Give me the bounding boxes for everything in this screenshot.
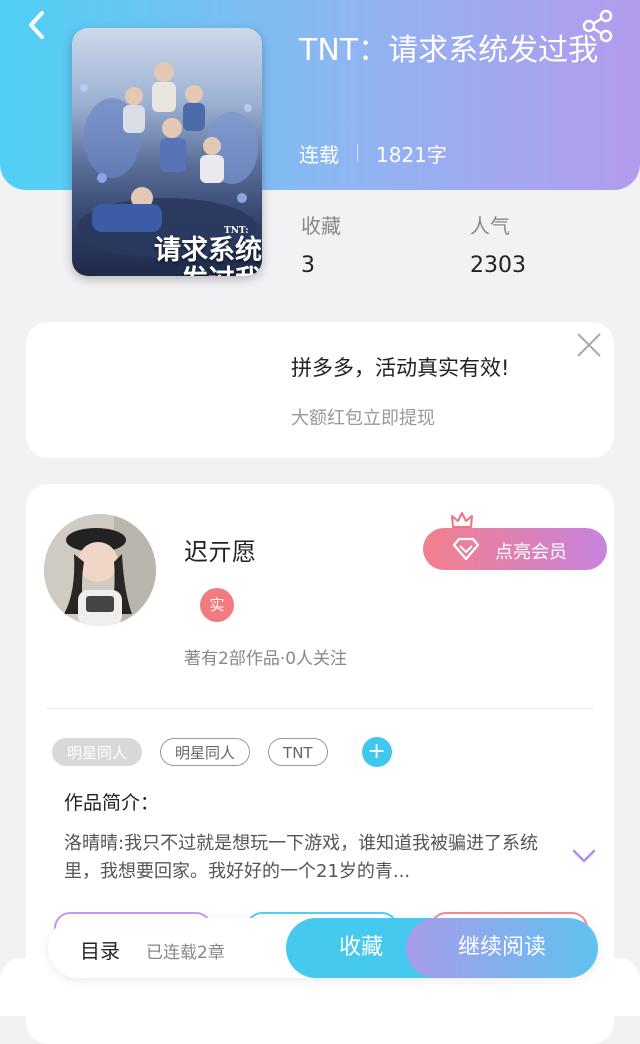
chevron-left-icon <box>29 11 44 39</box>
favorites-stat: 收藏 3 <box>301 210 341 278</box>
popularity-value: 2303 <box>470 253 526 278</box>
verified-badge: 实 <box>200 588 234 622</box>
continue-reading-button[interactable]: 继续阅读 <box>406 918 598 978</box>
author-stats: 著有2部作品·0人关注 <box>184 649 348 669</box>
diamond-icon <box>452 537 480 561</box>
book-cover[interactable]: TNT: 请求系统发过我 <box>72 28 262 276</box>
tag-list: 明星同人 明星同人 TNT + <box>52 737 392 767</box>
tag-chip[interactable]: 明星同人 <box>160 738 251 766</box>
reading-toolbar: 目录 已连载2章 收藏 继续阅读 <box>48 918 598 978</box>
book-title: TNT：请求系统发过我 <box>299 33 599 68</box>
crown-icon <box>451 512 473 528</box>
expand-intro-button[interactable] <box>571 848 597 868</box>
ad-banner[interactable]: 拼多多，活动真实有效! 大额红包立即提现 <box>26 322 614 458</box>
intro-label: 作品简介： <box>64 792 160 814</box>
favorites-label: 收藏 <box>301 214 341 238</box>
meta-divider <box>357 144 358 162</box>
intro-text: 洛晴晴:我只不过就是想玩一下游戏，谁知道我被骗进了系统里，我想要回家。我好好的一… <box>64 833 539 882</box>
chapter-status: 已连载2章 <box>146 943 225 963</box>
tag-chip[interactable]: 明星同人 <box>52 738 143 766</box>
tag-chip[interactable]: TNT <box>268 738 328 766</box>
vip-button[interactable]: 点亮会员 <box>423 528 607 570</box>
vip-button-label: 点亮会员 <box>495 542 567 563</box>
cover-title-text: 请求系统发过我 <box>154 235 262 277</box>
ad-subtitle: 大额红包立即提现 <box>291 408 435 429</box>
author-avatar[interactable] <box>44 514 156 626</box>
book-meta: 连载 1821字 <box>299 138 447 168</box>
favorites-value: 3 <box>301 253 315 278</box>
add-tag-button[interactable]: + <box>361 737 392 767</box>
avatar-image <box>44 514 156 626</box>
section-divider <box>46 708 594 709</box>
popularity-label: 人气 <box>470 214 510 238</box>
serial-status: 连载 <box>299 142 339 167</box>
toc-button[interactable]: 目录 <box>80 935 120 964</box>
word-count: 1821字 <box>376 142 447 167</box>
back-button[interactable] <box>20 8 54 42</box>
chevron-down-icon <box>572 849 596 863</box>
author-name[interactable]: 迟亓愿 <box>184 532 256 567</box>
ad-title: 拼多多，活动真实有效! <box>291 356 510 380</box>
popularity-stat: 人气 2303 <box>470 210 526 278</box>
ad-close-button[interactable] <box>574 330 604 360</box>
close-icon <box>577 333 601 357</box>
